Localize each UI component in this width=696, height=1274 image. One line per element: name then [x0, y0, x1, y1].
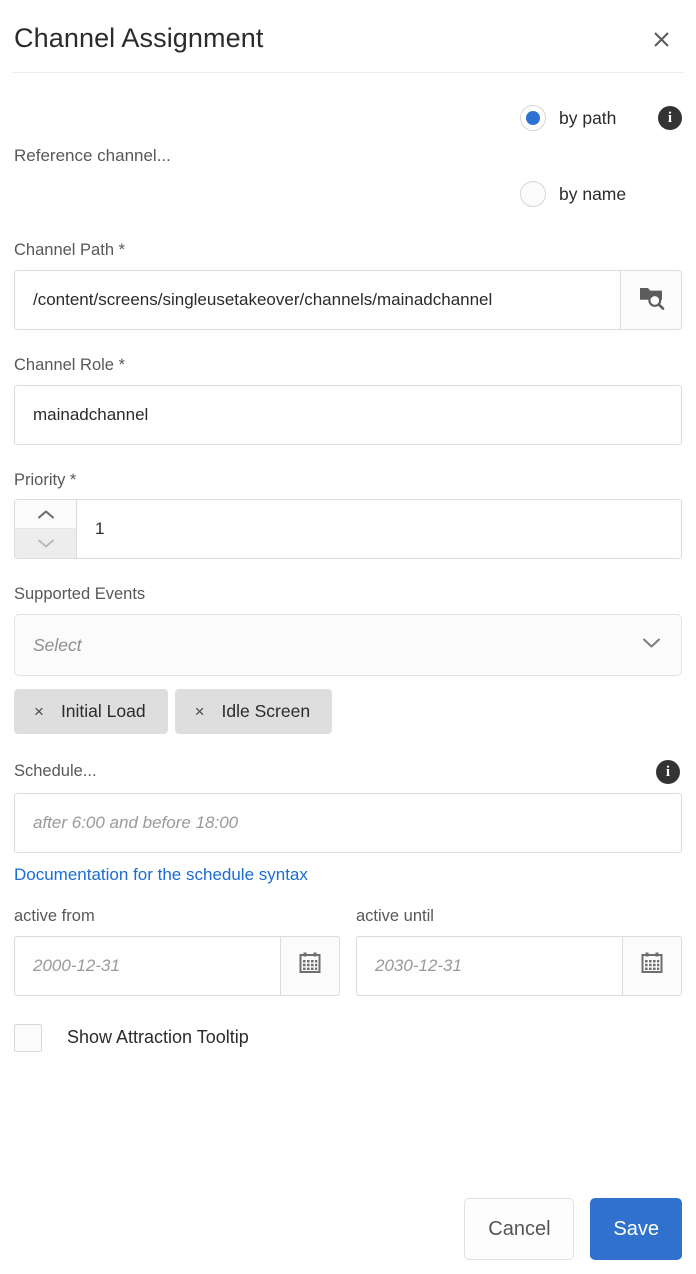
schedule-documentation-link[interactable]: Documentation for the schedule syntax	[14, 865, 308, 885]
active-until-calendar-button[interactable]	[622, 935, 682, 996]
chip-initial-load[interactable]: × Initial Load	[14, 689, 168, 735]
show-attraction-tooltip-label: Show Attraction Tooltip	[67, 1027, 249, 1048]
channel-role-section: Channel Role * mainadchannel	[14, 356, 682, 445]
calendar-icon	[640, 951, 664, 980]
save-button[interactable]: Save	[590, 1198, 682, 1260]
active-from-calendar-button[interactable]	[280, 935, 340, 996]
dialog-header: Channel Assignment	[14, 0, 682, 72]
schedule-section: Schedule... i after 6:00 and before 18:0…	[14, 760, 682, 885]
page-title: Channel Assignment	[14, 23, 264, 54]
cancel-button[interactable]: Cancel	[464, 1198, 575, 1260]
close-icon[interactable]	[646, 24, 676, 54]
chip-idle-screen[interactable]: × Idle Screen	[174, 689, 333, 735]
chip-remove-icon[interactable]: ×	[195, 703, 205, 720]
info-icon[interactable]: i	[656, 760, 680, 785]
supported-events-placeholder: Select	[33, 634, 82, 655]
priority-stepper	[14, 499, 76, 560]
info-icon[interactable]: i	[658, 106, 682, 130]
folder-search-icon	[638, 285, 665, 315]
priority-label: Priority *	[14, 470, 77, 489]
channel-assignment-dialog: Channel Assignment Reference channel... …	[0, 0, 696, 1274]
radio-by-path[interactable]	[520, 105, 546, 131]
channel-role-input[interactable]: mainadchannel	[14, 384, 682, 445]
dialog-footer: Cancel Save	[464, 1198, 682, 1260]
browse-channel-button[interactable]	[620, 269, 682, 330]
channel-role-label: Channel Role *	[14, 355, 125, 374]
priority-decrement-button[interactable]	[15, 529, 76, 559]
reference-channel-section: Reference channel... by path i by name	[14, 73, 682, 215]
schedule-label: Schedule...	[14, 762, 97, 781]
chip-remove-icon[interactable]: ×	[34, 703, 44, 720]
priority-section: Priority * 1	[14, 471, 682, 560]
active-from-input[interactable]: 2000-12-31	[14, 935, 280, 996]
supported-events-section: Supported Events Select × Initial Load ×…	[14, 585, 682, 735]
supported-events-select[interactable]: Select	[14, 614, 682, 677]
reference-channel-label: Reference channel...	[14, 146, 171, 165]
supported-events-chips: × Initial Load × Idle Screen	[14, 689, 682, 735]
chip-label: Initial Load	[60, 701, 146, 722]
priority-increment-button[interactable]	[15, 500, 76, 530]
channel-path-label: Channel Path *	[14, 241, 125, 259]
active-until-label: active until	[356, 907, 434, 926]
radio-by-name-label: by name	[559, 183, 627, 204]
radio-by-name[interactable]	[520, 181, 546, 207]
active-until-input[interactable]: 2030-12-31	[356, 935, 622, 996]
radio-by-path-label: by path	[559, 107, 617, 128]
channel-path-input[interactable]: /content/screens/singleusetakeover/chann…	[14, 269, 620, 330]
schedule-input[interactable]: after 6:00 and before 18:00	[14, 793, 682, 854]
calendar-icon	[298, 951, 322, 980]
reference-channel-radio-group: by path i by name	[520, 97, 682, 215]
chevron-down-icon	[642, 636, 661, 654]
channel-path-section: Channel Path * /content/screens/singleus…	[14, 241, 682, 330]
supported-events-label: Supported Events	[14, 585, 146, 604]
chip-label: Idle Screen	[221, 701, 311, 722]
show-attraction-tooltip-checkbox[interactable]	[14, 1023, 42, 1052]
show-attraction-tooltip-row[interactable]: Show Attraction Tooltip	[14, 1023, 682, 1052]
active-from-label: active from	[14, 907, 95, 926]
priority-input[interactable]: 1	[76, 499, 682, 560]
active-period-section: active from 2000-12-31 active until 2030…	[14, 907, 682, 996]
